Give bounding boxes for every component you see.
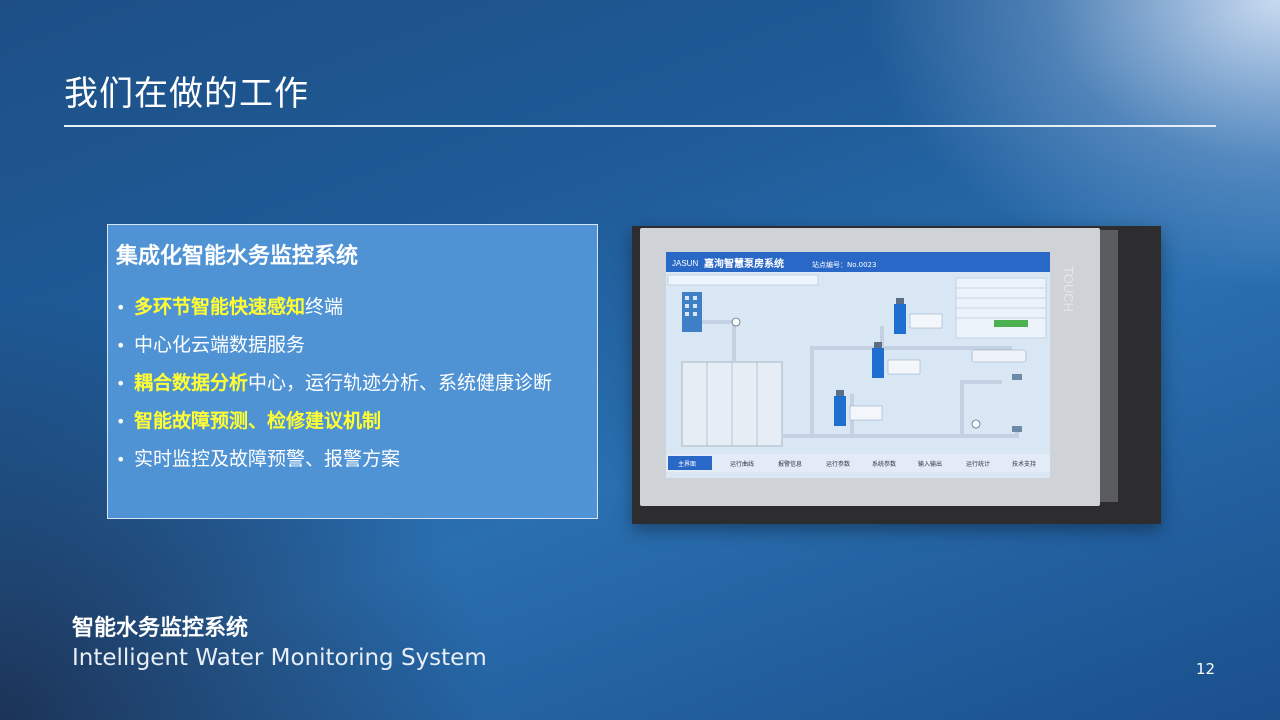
screen-tab: 运行参数 xyxy=(826,460,850,468)
title-divider xyxy=(64,125,1216,127)
bullet-text: 中心化云端数据服务 xyxy=(134,334,306,356)
bezel-touch-label: TOUCH xyxy=(1061,266,1076,312)
footer-title-en: Intelligent Water Monitoring System xyxy=(72,645,487,671)
bullet-text: 中心，运行轨迹分析、系统健康诊断 xyxy=(248,372,553,394)
screen-tab-main: 主界面 xyxy=(678,460,696,468)
photo-illustration: JASUN 嘉洵智慧泵房系统 站点编号：No.0023 主界面 运行曲线 报警信… xyxy=(632,226,1161,524)
footer-title-cn: 智能水务监控系统 xyxy=(72,616,249,641)
bullet-text: 终端 xyxy=(305,296,344,318)
bullet-text: 实时监控及故障预警、报警方案 xyxy=(134,448,401,470)
bullet-list: • 多环节智能快速感知终端 • 中心化云端数据服务 • 耦合数据分析中心，运行轨迹分析… xyxy=(116,291,586,481)
screen-tab: 报警信息 xyxy=(778,460,802,468)
bullet-item: • 中心化云端数据服务 xyxy=(116,329,586,362)
screen-brand: JASUN xyxy=(672,259,698,268)
monitoring-screen-photo: JASUN 嘉洵智慧泵房系统 站点编号：No.0023 主界面 运行曲线 报警信… xyxy=(632,226,1161,524)
bullet-highlight: 耦合数据分析 xyxy=(134,372,249,394)
bullet-highlight: 智能故障预测、检修建议机制 xyxy=(134,410,382,432)
screen-tab: 运行统计 xyxy=(966,460,990,468)
page-number: 12 xyxy=(1196,660,1216,678)
bullet-dot-icon: • xyxy=(116,298,126,317)
bullet-dot-icon: • xyxy=(116,374,126,393)
info-box-title: 集成化智能水务监控系统 xyxy=(116,244,359,269)
screen-tab: 技术支持 xyxy=(1012,460,1036,468)
bullet-item: • 多环节智能快速感知终端 xyxy=(116,291,586,324)
screen-tab: 运行曲线 xyxy=(730,460,754,468)
bullet-dot-icon: • xyxy=(116,412,126,431)
bullet-highlight: 多环节智能快速感知 xyxy=(134,296,306,318)
slide-title: 我们在做的工作 xyxy=(64,74,309,114)
bullet-item: • 实时监控及故障预警、报警方案 xyxy=(116,443,586,476)
bullet-item: • 耦合数据分析中心，运行轨迹分析、系统健康诊断 xyxy=(116,367,586,400)
bullet-dot-icon: • xyxy=(116,336,126,355)
screen-tab: 输入输出 xyxy=(918,460,942,468)
info-box: 集成化智能水务监控系统 • 多环节智能快速感知终端 • 中心化云端数据服务 • 耦合数… xyxy=(107,224,598,519)
screen-title: 嘉洵智慧泵房系统 xyxy=(703,257,784,270)
bullet-dot-icon: • xyxy=(116,450,126,469)
screen-station: 站点编号：No.0023 xyxy=(812,260,876,269)
screen-tab: 系统参数 xyxy=(872,460,896,468)
bullet-item: • 智能故障预测、检修建议机制 xyxy=(116,405,586,438)
